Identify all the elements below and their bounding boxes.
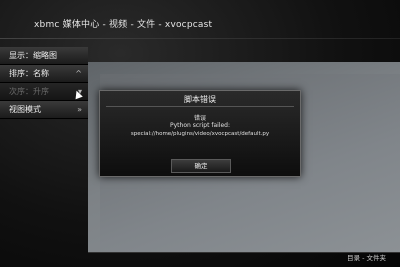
error-dialog: 脚本错误 错误 Python script failed: special://… — [99, 90, 301, 177]
chevron-up-icon: ^ — [75, 69, 82, 78]
sidebar-item-label: 次序：升序 — [9, 87, 49, 96]
dialog-divider — [106, 106, 294, 107]
footer-label: 目录 - 文件夹 — [347, 254, 386, 262]
sidebar-item-label: 视图模式 — [9, 105, 41, 114]
sidebar-item-sort[interactable]: 排序：名称 ^ — [0, 65, 88, 83]
dialog-title: 脚本错误 — [184, 95, 216, 104]
sidebar-item-view[interactable]: 显示：缩略图 — [0, 47, 88, 65]
sidebar-item-label: 排序：名称 — [9, 69, 49, 78]
dialog-path: special://home/plugins/video/xvocpcast/d… — [130, 131, 270, 137]
sidebar-item-view-mode[interactable]: 视图模式 » — [0, 101, 88, 119]
dialog-subtitle: 错误 — [193, 115, 206, 122]
double-chevron-right-icon: » — [77, 105, 82, 114]
sidebar-item-label: 显示：缩略图 — [9, 51, 57, 60]
sidebar: 显示：缩略图 排序：名称 ^ 次序：升序 ▾ 视图模式 » — [0, 47, 88, 119]
ok-button[interactable]: 确定 — [171, 159, 231, 173]
dialog-message: Python script failed: — [170, 122, 230, 129]
app-window: xbmc 媒体中心 - 视频 - 文件 - xvocpcast 显示：缩略图 排… — [0, 0, 400, 267]
window-title: xbmc 媒体中心 - 视频 - 文件 - xvocpcast — [34, 20, 213, 30]
header-divider — [0, 38, 400, 39]
